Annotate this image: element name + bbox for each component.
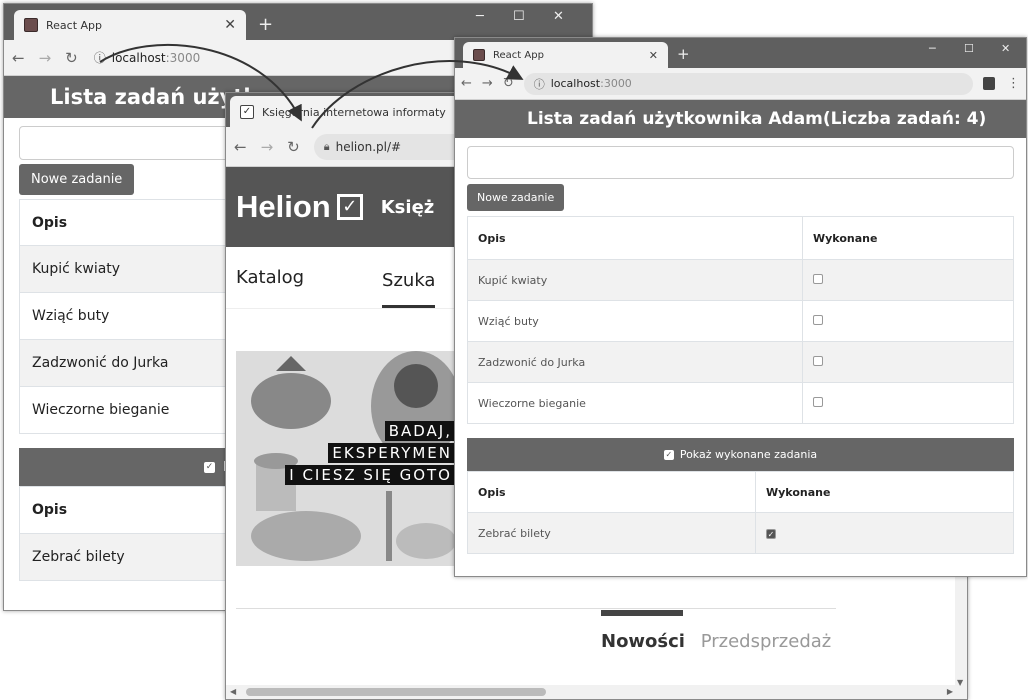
show-completed-checkbox[interactable]: ✓ xyxy=(204,461,215,473)
task-done-checkbox[interactable] xyxy=(813,273,823,284)
page-title: Lista zadań użytkownika Adam(Liczba zada… xyxy=(527,109,987,129)
url-port: :3000 xyxy=(165,50,201,65)
title-bar: React App ✕ + ─ ☐ ✕ xyxy=(4,4,592,40)
task-done-checkbox[interactable]: ✓ xyxy=(766,528,776,539)
nav-search[interactable]: Szuka xyxy=(382,270,436,308)
minimize-icon[interactable]: ─ xyxy=(929,42,936,56)
helion-tagline: Księż xyxy=(380,196,435,218)
column-header-description: Opis xyxy=(467,216,803,260)
react-favicon-icon xyxy=(24,18,38,32)
task-label: Zebrać bilety xyxy=(467,512,756,554)
reload-icon[interactable]: ↻ xyxy=(287,138,300,156)
table-row: Kupić kwiaty xyxy=(467,259,1014,301)
table-row: Wieczorne bieganie xyxy=(467,382,1014,424)
menu-icon[interactable]: ⋮ xyxy=(1007,76,1020,91)
task-label: Wziąć buty xyxy=(467,300,803,342)
helion-logo-mark-icon: ✓ xyxy=(336,194,363,220)
back-icon[interactable]: ← xyxy=(12,49,25,67)
tab-title: React App xyxy=(493,49,544,61)
banner-line: I CIESZ SIĘ GOTO xyxy=(285,465,456,485)
browser-tab[interactable]: React App ✕ xyxy=(14,10,246,40)
task-label: Wieczorne bieganie xyxy=(467,382,803,424)
completed-table: Opis Wykonane Zebrać bilety ✓ xyxy=(467,471,1014,554)
task-done-checkbox[interactable] xyxy=(813,355,823,366)
banner-line: BADAJ, xyxy=(384,421,456,441)
column-header-done: Wykonane xyxy=(802,216,1014,260)
forward-icon[interactable]: → xyxy=(39,49,52,67)
reload-icon[interactable]: ↻ xyxy=(65,49,78,67)
helion-logo[interactable]: Helion xyxy=(236,189,331,225)
tab-presale[interactable]: Przedsprzedaż xyxy=(701,631,832,652)
back-icon[interactable]: ← xyxy=(234,138,247,156)
banner-line: EKSPERYMEN xyxy=(328,443,456,463)
task-label: Kupić kwiaty xyxy=(467,259,803,301)
task-done-checkbox[interactable] xyxy=(813,396,823,407)
promo-banner[interactable]: BADAJ, EKSPERYMEN I CIESZ SIĘ GOTO xyxy=(236,351,456,566)
new-task-button[interactable]: Nowe zadanie xyxy=(19,164,135,195)
show-completed-toggle[interactable]: ✓ Pokaż wykonane zadania xyxy=(467,438,1014,471)
url-port: :3000 xyxy=(600,77,632,90)
lock-icon: 🔒︎ xyxy=(323,139,330,153)
url-text: helion.pl/# xyxy=(335,139,402,154)
reload-icon[interactable]: ↻ xyxy=(503,76,514,91)
url-host: localhost xyxy=(550,77,601,90)
new-tab-icon[interactable]: + xyxy=(258,16,273,34)
close-window-icon[interactable]: ✕ xyxy=(553,10,564,24)
close-tab-icon[interactable]: ✕ xyxy=(224,17,236,33)
table-row: Zebrać bilety ✓ xyxy=(467,512,1014,554)
title-bar: React App ✕ + ─ ☐ ✕ xyxy=(455,38,1026,68)
profile-icon[interactable] xyxy=(983,77,995,90)
url-field[interactable]: ⓘ localhost:3000 xyxy=(523,72,973,95)
url-host: localhost xyxy=(111,50,166,65)
forward-icon[interactable]: → xyxy=(261,138,274,156)
tab-title: React App xyxy=(46,18,103,32)
browser-window-front: React App ✕ + ─ ☐ ✕ ← → ↻ ⓘ localhost:30… xyxy=(454,37,1027,577)
browser-tab[interactable]: ✓ Księgarnia internetowa informaty xyxy=(230,96,470,127)
close-window-icon[interactable]: ✕ xyxy=(1001,42,1010,56)
info-icon[interactable]: ⓘ xyxy=(534,76,545,92)
helion-divider xyxy=(236,608,836,609)
maximize-icon[interactable]: ☐ xyxy=(964,42,974,56)
address-bar: ← → ↻ ⓘ localhost:3000 ⋮ xyxy=(455,68,1026,100)
tab-new[interactable]: Nowości xyxy=(601,631,685,652)
helion-tabs: Nowości Przedsprzedaż xyxy=(601,631,831,652)
toggle-label: Pokaż wykonane zadania xyxy=(679,448,818,461)
scroll-left-icon[interactable]: ◀ xyxy=(230,687,236,696)
horizontal-scrollbar[interactable]: ◀ ▶ xyxy=(226,685,957,699)
column-header-done: Wykonane xyxy=(755,471,1014,513)
table-row: Zadzwonić do Jurka xyxy=(467,341,1014,383)
task-label: Zadzwonić do Jurka xyxy=(467,341,803,383)
new-tab-icon[interactable]: + xyxy=(677,45,690,63)
browser-tab[interactable]: React App ✕ xyxy=(463,42,668,68)
new-task-button[interactable]: Nowe zadanie xyxy=(467,184,565,211)
info-icon[interactable]: ⓘ xyxy=(94,49,106,66)
back-icon[interactable]: ← xyxy=(461,76,472,91)
helion-favicon-icon: ✓ xyxy=(240,105,254,119)
minimize-icon[interactable]: ─ xyxy=(476,10,484,24)
table-row: Wziąć buty xyxy=(467,300,1014,342)
show-completed-checkbox[interactable]: ✓ xyxy=(663,449,674,460)
scrollbar-thumb[interactable] xyxy=(246,688,546,696)
new-task-input[interactable] xyxy=(467,146,1014,179)
column-header-description: Opis xyxy=(467,471,756,513)
task-done-checkbox[interactable] xyxy=(813,314,823,325)
close-tab-icon[interactable]: ✕ xyxy=(649,49,658,62)
forward-icon[interactable]: → xyxy=(482,76,493,91)
tab-indicator xyxy=(601,610,683,616)
react-favicon-icon xyxy=(473,49,485,61)
app-header: Lista zadań użytkownika Adam(Liczba zada… xyxy=(455,100,1026,138)
scroll-down-icon[interactable]: ▼ xyxy=(957,678,963,687)
tasks-table: Opis Wykonane Kupić kwiaty Wziąć buty Za… xyxy=(467,216,1014,424)
maximize-icon[interactable]: ☐ xyxy=(513,10,525,24)
scroll-right-icon[interactable]: ▶ xyxy=(947,687,953,696)
nav-catalog[interactable]: Katalog xyxy=(236,267,304,288)
tab-title: Księgarnia internetowa informaty xyxy=(262,105,446,119)
